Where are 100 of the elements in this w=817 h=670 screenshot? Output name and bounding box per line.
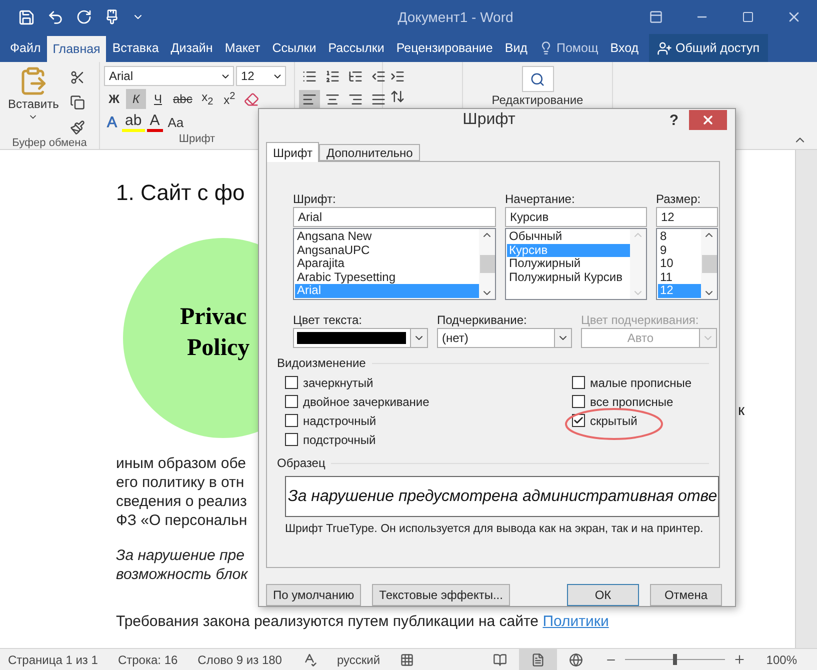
paragraph: Требования закона реализуются путем публикации на сайте Политики <box>116 612 609 631</box>
ribbon-tab[interactable]: Вставка <box>106 34 165 62</box>
list-item[interactable]: Angsana New <box>295 230 479 244</box>
group-label: Буфер обмена <box>11 137 88 149</box>
page-count: Страница 1 из 1 <box>8 652 98 666</box>
maximize-icon[interactable] <box>742 11 754 23</box>
zoom-in-icon[interactable] <box>733 653 746 666</box>
scroll-bar[interactable] <box>479 229 495 299</box>
effect-button[interactable]: A <box>146 112 163 132</box>
checkbox-label[interactable]: все прописные <box>590 394 674 408</box>
effect-button[interactable]: Aa <box>164 112 187 132</box>
circle-text: Policy <box>186 334 250 363</box>
scroll-bar[interactable] <box>795 150 817 648</box>
font-description: Шрифт TrueType. Он используется для вывода как на экран, так и на принтер. <box>285 523 704 535</box>
ribbon-tab[interactable]: Рассылки <box>322 34 390 62</box>
brush-icon[interactable] <box>104 9 120 25</box>
paste-button[interactable]: Вставить <box>4 66 63 137</box>
list-item[interactable]: Arabic Typesetting <box>295 270 479 284</box>
color-select[interactable] <box>293 328 428 348</box>
ribbon-tab[interactable]: Файл <box>4 34 47 62</box>
checkbox[interactable] <box>285 414 298 427</box>
check-icon <box>573 415 584 426</box>
share-button[interactable]: Общий доступ <box>648 34 768 62</box>
list-box[interactable]: Обычный Курсив Полужирный Полужирный Курсив <box>505 228 647 300</box>
ribbon-tab[interactable]: Ссылки <box>266 34 322 62</box>
ribbon-tab[interactable]: Рецензирование <box>390 34 499 62</box>
list-item[interactable]: 9 <box>658 244 701 257</box>
list-item[interactable]: Aparajita <box>295 257 479 270</box>
checkbox[interactable] <box>285 376 298 389</box>
link[interactable]: Политики <box>542 613 609 630</box>
text-field[interactable]: Arial <box>293 207 496 227</box>
word-count: Слово 9 из 180 <box>198 652 282 666</box>
checkbox-label[interactable]: зачеркнутый <box>303 376 374 390</box>
section-label: Видоизменение <box>277 356 366 370</box>
list-item[interactable]: Обычный <box>507 230 630 244</box>
undo-icon[interactable] <box>47 8 64 26</box>
ribbon-options-icon[interactable] <box>649 10 663 24</box>
list-item[interactable]: 11 <box>658 270 701 284</box>
effect-button[interactable]: A <box>104 112 120 132</box>
list-item[interactable]: Полужирный <box>507 257 630 270</box>
format-button[interactable]: Ж <box>104 89 124 109</box>
size-combo[interactable]: 12 <box>236 66 286 86</box>
font-combo[interactable]: Arial <box>104 66 234 86</box>
checkbox-label[interactable]: малые прописные <box>590 376 692 390</box>
dialog-button[interactable]: По умолчанию <box>266 584 362 606</box>
dialog-tab[interactable]: Дополнительно <box>319 144 420 161</box>
checkbox[interactable] <box>572 414 585 427</box>
macro-icon[interactable] <box>400 652 414 666</box>
zoom-level: 100% <box>766 652 797 666</box>
list-item[interactable]: 10 <box>658 257 701 270</box>
text-line: его политику в отн <box>116 473 244 492</box>
page-icon <box>531 652 546 666</box>
scroll-bar[interactable] <box>701 229 717 299</box>
scroll-thumb[interactable] <box>702 255 716 273</box>
dialog-button[interactable]: Текстовые эффекты... <box>372 584 510 606</box>
dialog-tab[interactable]: Шрифт <box>266 142 320 162</box>
dialog-button[interactable]: Отмена <box>650 584 722 606</box>
text-field[interactable]: Курсив <box>505 207 647 227</box>
language[interactable]: русский <box>336 652 380 666</box>
checkbox[interactable] <box>572 395 585 408</box>
list-item[interactable]: Полужирный Курсив <box>507 270 630 284</box>
format-button[interactable]: abc <box>170 89 196 109</box>
effect-button[interactable]: ab <box>122 112 145 132</box>
format-button[interactable]: x$_{2}$ <box>197 89 218 109</box>
checkbox[interactable] <box>285 395 298 408</box>
ribbon-tab[interactable]: Макет <box>218 34 266 62</box>
help-button[interactable]: ? <box>659 110 689 130</box>
list-box[interactable]: Angsana New AngsanaUPC Aparajita Arabic Typesetting Arial <box>293 228 496 300</box>
list-item[interactable]: AngsanaUPC <box>295 244 479 257</box>
field-label: Цвет подчеркивания: <box>581 313 700 328</box>
checkbox-label[interactable]: надстрочный <box>303 414 376 428</box>
window-title: Документ1 - Word <box>396 9 514 25</box>
sign-in-link[interactable]: Вход <box>604 34 645 62</box>
checkbox[interactable] <box>572 376 585 389</box>
ribbon-tab[interactable]: Вид <box>498 34 534 62</box>
text-line: сведения о реализ <box>116 492 247 511</box>
list-item[interactable]: 8 <box>658 230 701 244</box>
align-icon[interactable] <box>299 90 320 108</box>
redo-icon[interactable] <box>76 9 92 25</box>
format-button[interactable]: К <box>126 89 146 109</box>
close-button[interactable] <box>689 110 727 130</box>
text-field[interactable]: 12 <box>656 207 718 227</box>
save-icon[interactable] <box>18 8 35 26</box>
editing-button[interactable]: Редактирование <box>467 66 608 107</box>
checkbox-label[interactable]: подстрочный <box>303 432 376 446</box>
underline-select[interactable]: (нет) <box>437 328 572 348</box>
checkbox[interactable] <box>285 433 298 446</box>
format-button[interactable]: Ч <box>148 89 168 109</box>
dialog-button[interactable]: ОК <box>567 584 639 606</box>
format-button[interactable]: x$^{2}$ <box>219 89 240 109</box>
ribbon-tab[interactable]: Главная <box>46 36 106 62</box>
field-label: Цвет текста: <box>293 313 364 328</box>
view-button[interactable] <box>519 649 558 670</box>
tell-me-button[interactable]: Помощ <box>533 34 604 62</box>
section-label: Образец <box>277 456 326 470</box>
list-box[interactable]: 8 9 10 11 12 <box>656 228 718 300</box>
book-icon <box>493 652 508 666</box>
checkbox-label[interactable]: двойное зачеркивание <box>303 394 430 408</box>
scroll-thumb[interactable] <box>480 255 494 273</box>
ribbon-tab[interactable]: Дизайн <box>164 34 219 62</box>
